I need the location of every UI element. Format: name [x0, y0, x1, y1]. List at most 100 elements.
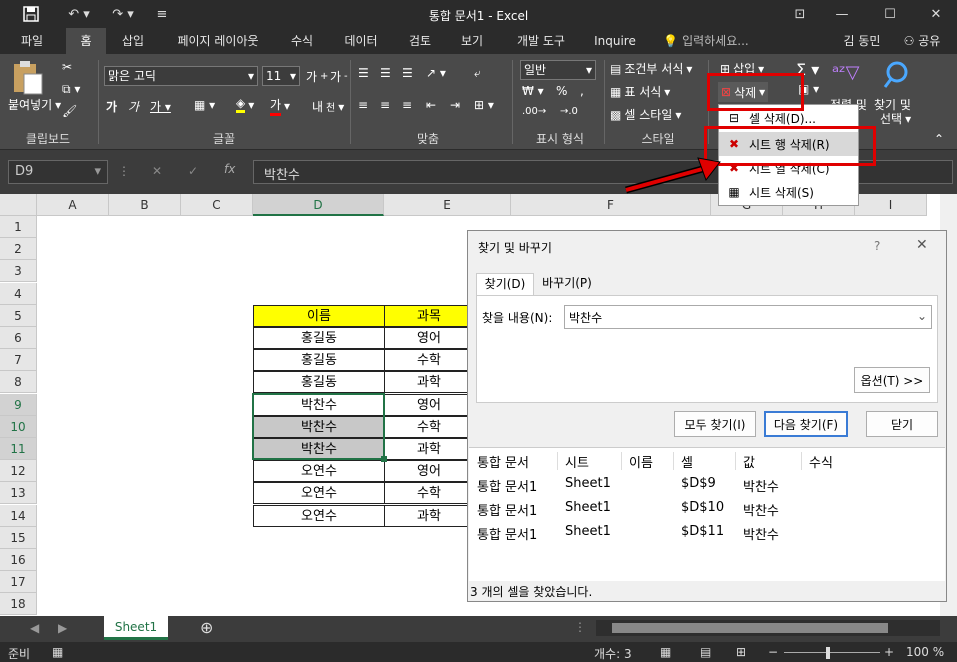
table-cell[interactable]: 오연수: [253, 482, 385, 505]
cut-icon[interactable]: ✂: [62, 60, 72, 74]
find-next-button[interactable]: 다음 찾기(F): [764, 411, 848, 437]
wrap-text-icon[interactable]: ⤶: [474, 66, 481, 81]
enter-icon[interactable]: ✓: [188, 164, 198, 178]
help-icon[interactable]: ?: [874, 239, 880, 253]
comma-icon[interactable]: ,: [580, 84, 584, 98]
menu-item-delete-sheet[interactable]: ▦ 시트 삭제(S): [719, 180, 858, 204]
next-sheet-icon[interactable]: ▶: [58, 621, 67, 635]
find-all-button[interactable]: 모두 찾기(I): [674, 411, 756, 437]
table-header-cell[interactable]: 과목: [384, 304, 474, 327]
copy-icon[interactable]: ⧉ ▾: [62, 82, 80, 97]
row-header[interactable]: 14: [0, 504, 37, 527]
grow-font-icon[interactable]: 가 +: [306, 68, 328, 85]
prev-sheet-icon[interactable]: ◀: [30, 621, 39, 635]
tab-home[interactable]: 홈: [66, 28, 106, 54]
tab-review[interactable]: 검토: [398, 28, 442, 54]
underline-icon[interactable]: 가 ▾: [150, 98, 171, 115]
cancel-icon[interactable]: ✕: [152, 164, 162, 178]
align-bottom-icon[interactable]: ☰: [402, 66, 413, 80]
align-right-icon[interactable]: ≡: [402, 98, 412, 112]
row-header[interactable]: 2: [0, 238, 37, 261]
format-table-button[interactable]: ▦ 표 서식 ▾: [610, 83, 670, 100]
table-cell[interactable]: 과학: [384, 504, 474, 527]
user-name[interactable]: 김 동민: [836, 28, 888, 54]
table-cell[interactable]: 오연수: [253, 504, 385, 527]
column-separator[interactable]: [801, 452, 802, 470]
table-cell[interactable]: 홍길동: [253, 371, 385, 394]
conditional-format-button[interactable]: ▤ 조건부 서식 ▾: [610, 60, 692, 77]
column-separator[interactable]: [735, 452, 736, 470]
column-separator[interactable]: [621, 452, 622, 470]
accounting-icon[interactable]: ₩ ▾: [522, 84, 544, 98]
row-header[interactable]: 16: [0, 549, 37, 571]
sort-filter-icon[interactable]: ᵃᶻ▽: [832, 62, 859, 83]
horizontal-scrollbar[interactable]: [596, 620, 940, 636]
tell-me-box[interactable]: 💡 입력하세요...: [656, 28, 756, 54]
tab-insert[interactable]: 삽입: [112, 28, 154, 54]
column-header[interactable]: E: [384, 194, 511, 216]
page-break-view-icon[interactable]: ⊞: [736, 645, 746, 659]
column-separator[interactable]: [673, 452, 674, 470]
add-sheet-icon[interactable]: ⊕: [200, 618, 213, 637]
tab-developer[interactable]: 개발 도구: [506, 28, 576, 54]
normal-view-icon[interactable]: ▦: [660, 645, 671, 659]
tab-replace[interactable]: 바꾸기(P): [534, 273, 600, 295]
redo-icon[interactable]: ↷ ▾: [106, 0, 140, 28]
orientation-icon[interactable]: ↗ ▾: [426, 66, 446, 80]
font-name-combo[interactable]: 맑은 고딕 ▾: [104, 66, 258, 86]
row-header[interactable]: 8: [0, 371, 37, 394]
format-painter-icon[interactable]: 🖌: [62, 104, 77, 118]
font-color-icon[interactable]: 가 ▾: [270, 96, 290, 116]
paste-button[interactable]: 붙여넣기 ▾: [8, 96, 61, 113]
decrease-decimal-icon[interactable]: →.0: [560, 106, 578, 117]
tab-file[interactable]: 파일: [8, 28, 56, 54]
save-icon[interactable]: [18, 0, 44, 28]
close-button[interactable]: ✕: [922, 0, 950, 28]
increase-decimal-icon[interactable]: .00→: [522, 106, 546, 117]
percent-icon[interactable]: %: [556, 84, 567, 98]
row-header[interactable]: 11: [0, 438, 37, 460]
zoom-slider[interactable]: [784, 652, 880, 653]
row-header[interactable]: 6: [0, 327, 37, 349]
row-header[interactable]: 12: [0, 460, 37, 483]
column-header[interactable]: C: [181, 194, 253, 216]
tab-page-layout[interactable]: 페이지 레이아웃: [166, 28, 270, 54]
zoom-thumb[interactable]: [826, 647, 830, 659]
close-dialog-button[interactable]: 닫기: [866, 411, 938, 437]
column-header[interactable]: A: [37, 194, 109, 216]
zoom-out-icon[interactable]: −: [768, 645, 778, 659]
number-format-combo[interactable]: 일반 ▾: [520, 60, 596, 80]
find-input[interactable]: 박찬수 ⌄: [564, 305, 932, 329]
undo-icon[interactable]: ↶ ▾: [62, 0, 96, 28]
align-center-icon[interactable]: ≡: [380, 98, 390, 112]
zoom-in-icon[interactable]: +: [884, 645, 894, 659]
select-label[interactable]: 선택 ▾: [880, 110, 911, 127]
tab-find[interactable]: 찾기(D): [476, 273, 534, 295]
row-header[interactable]: 15: [0, 526, 37, 549]
table-cell[interactable]: 수학: [384, 415, 474, 438]
row-header[interactable]: 17: [0, 571, 37, 594]
minimize-button[interactable]: —: [828, 0, 856, 28]
row-header[interactable]: 1: [0, 216, 37, 238]
column-header[interactable]: D: [253, 194, 384, 216]
merge-center-icon[interactable]: ⊞ ▾: [474, 98, 494, 112]
row-header[interactable]: 3: [0, 260, 37, 283]
borders-icon[interactable]: ▦ ▾: [194, 98, 215, 112]
bold-icon[interactable]: 가: [106, 98, 117, 115]
collapse-ribbon-icon[interactable]: ⌃: [934, 132, 944, 146]
paste-icon[interactable]: [10, 60, 54, 100]
row-header[interactable]: 4: [0, 282, 37, 305]
share-button[interactable]: ⚇ 공유: [896, 28, 948, 54]
macro-record-icon[interactable]: ▦: [52, 645, 63, 659]
align-middle-icon[interactable]: ☰: [380, 66, 391, 80]
tab-view[interactable]: 보기: [452, 28, 492, 54]
tab-data[interactable]: 데이터: [336, 28, 386, 54]
align-top-icon[interactable]: ☰: [358, 66, 369, 80]
italic-icon[interactable]: 가: [128, 98, 139, 115]
column-separator[interactable]: [557, 452, 558, 470]
row-header[interactable]: 9: [0, 393, 37, 416]
table-cell[interactable]: 영어: [384, 393, 474, 416]
tab-inquire[interactable]: Inquire: [588, 28, 642, 54]
table-cell[interactable]: 수학: [384, 482, 474, 505]
options-button[interactable]: 옵션(T) >>: [854, 367, 930, 393]
